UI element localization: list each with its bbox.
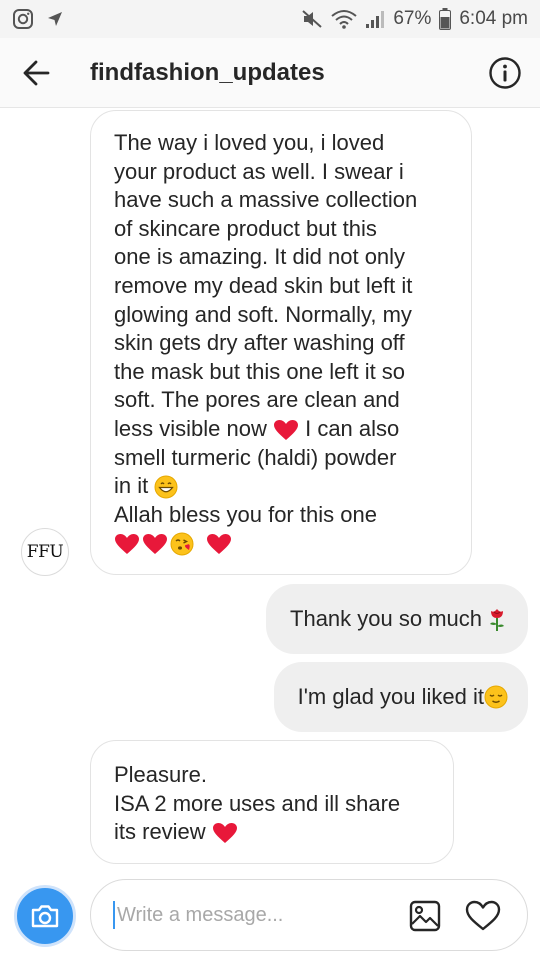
message-line-with-emoji: its review <box>114 818 433 847</box>
message-bubble-incoming[interactable]: Pleasure. ISA 2 more uses and ill share … <box>90 740 454 864</box>
mute-icon <box>301 9 323 29</box>
instagram-icon <box>12 8 34 30</box>
message-line: ISA 2 more uses and ill share <box>114 790 401 816</box>
sender-avatar[interactable]: FFU <box>21 528 69 576</box>
message-line: glowing and soft. Normally, my <box>114 301 412 327</box>
gallery-button[interactable] <box>407 898 443 934</box>
message-line: your product as well. I swear i <box>114 158 404 184</box>
info-button[interactable] <box>470 38 540 108</box>
back-button[interactable] <box>0 38 72 108</box>
message-line: soft. The pores are clean and <box>114 387 400 413</box>
red-heart-emoji <box>207 534 231 555</box>
face-blowing-kiss-emoji <box>170 532 194 556</box>
message-text: in it <box>114 473 149 499</box>
signal-icon <box>365 9 385 29</box>
message-bubble-outgoing[interactable]: I'm glad you liked it <box>273 662 528 732</box>
message-input[interactable] <box>117 903 377 927</box>
conversation-title[interactable]: findfashion_updates <box>90 59 325 87</box>
avatar-text: FFU <box>26 542 64 562</box>
message-text: I'm glad you liked it <box>297 684 484 709</box>
camera-icon <box>31 905 59 928</box>
message-text: less visible now <box>114 415 267 441</box>
arrow-left-icon <box>23 60 50 85</box>
send-icon <box>46 10 64 28</box>
message-line: remove my dead skin but left it <box>114 272 413 298</box>
message-line: Pleasure. <box>114 762 207 787</box>
message-text: its review <box>114 819 206 845</box>
message-text: Thank you so much <box>290 606 482 631</box>
heart-icon <box>465 900 501 931</box>
emoji-row <box>114 531 451 557</box>
message-bubble-outgoing[interactable]: Thank you so much <box>266 584 528 654</box>
rose-emoji <box>490 609 504 631</box>
status-bar: 67% 6:04 pm <box>0 0 540 38</box>
battery-percent: 67% <box>393 8 432 29</box>
message-line-with-emoji: less visible now I can also <box>114 415 451 444</box>
message-line: one is amazing. It did not only <box>114 244 406 270</box>
text-cursor <box>113 901 115 929</box>
message-composer[interactable] <box>90 879 528 951</box>
message-line: of skincare product but this <box>114 215 377 241</box>
message-line: Allah bless you for this one <box>114 501 377 527</box>
grinning-face-emoji <box>154 475 178 499</box>
red-heart-emoji <box>143 534 167 555</box>
red-heart-emoji <box>115 534 139 555</box>
info-icon <box>489 56 521 89</box>
message-line: have such a massive collection <box>114 187 418 213</box>
message-bubble-incoming[interactable]: The way i loved you, i loved your produc… <box>90 110 472 575</box>
message-line: skin gets dry after washing off <box>114 330 405 356</box>
like-button[interactable] <box>463 898 503 934</box>
red-heart-emoji <box>212 823 237 844</box>
relieved-face-emoji <box>484 685 508 709</box>
message-line-with-emoji: in it <box>114 472 451 501</box>
composer-bar <box>0 870 540 960</box>
message-text: I can also <box>305 415 400 441</box>
conversation-header: findfashion_updates <box>0 38 540 108</box>
camera-button[interactable] <box>14 885 76 947</box>
battery-icon <box>439 8 452 30</box>
message-thread[interactable]: The way i loved you, i loved your produc… <box>0 108 540 870</box>
wifi-icon <box>331 9 357 29</box>
red-heart-emoji <box>273 420 298 441</box>
gallery-icon <box>409 900 441 932</box>
message-line: smell turmeric (haldi) powder <box>114 444 397 470</box>
message-line: the mask but this one left it so <box>114 358 406 384</box>
message-line: The way i loved you, i loved <box>114 130 385 155</box>
clock: 6:04 pm <box>459 8 528 29</box>
